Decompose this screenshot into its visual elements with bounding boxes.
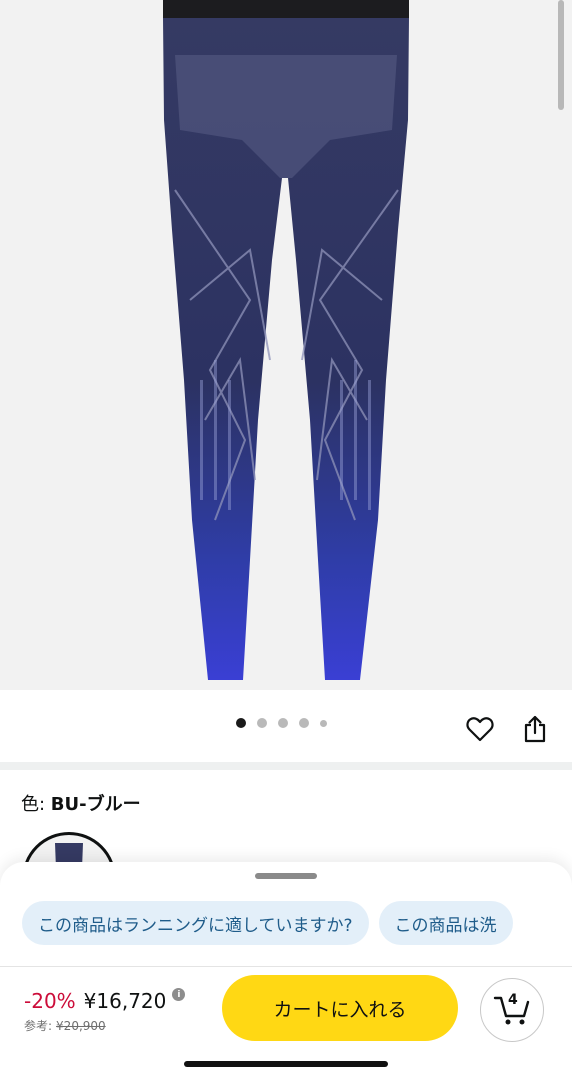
discount-percent: -20% — [24, 989, 76, 1013]
scroll-thumb[interactable] — [558, 0, 564, 110]
section-divider — [0, 762, 572, 770]
carousel-dot[interactable] — [320, 719, 327, 727]
sheet-drag-handle[interactable] — [255, 873, 317, 879]
cart-count-badge: 4 — [508, 992, 518, 1008]
reference-label: 参考: — [24, 1019, 53, 1033]
wishlist-button[interactable] — [465, 714, 495, 744]
sheet-divider — [0, 966, 572, 967]
cart-button[interactable]: 4 — [480, 978, 544, 1042]
price-block: -20% ¥16,720 i 参考: ¥20,900 — [24, 988, 186, 1034]
reference-price-row: 参考: ¥20,900 — [24, 1017, 185, 1034]
color-label: 色: — [21, 794, 51, 815]
color-value: BU-ブルー — [50, 794, 141, 815]
bottom-sheet: この商品はランニングに適していますか? この商品は洗 -20% ¥16,720 … — [0, 862, 572, 1080]
heart-icon — [466, 717, 494, 742]
share-button[interactable] — [520, 714, 550, 744]
add-to-cart-button[interactable]: カートに入れる — [222, 975, 458, 1041]
carousel-dots[interactable] — [236, 718, 327, 728]
carousel-dot[interactable] — [236, 718, 246, 728]
question-chips: この商品はランニングに適していますか? この商品は洗 — [22, 901, 513, 945]
leggings-image — [163, 0, 409, 680]
price-value: ¥16,720 — [83, 989, 167, 1013]
question-chip[interactable]: この商品はランニングに適していますか? — [22, 901, 369, 945]
product-image[interactable] — [0, 0, 572, 690]
info-icon[interactable]: i — [172, 988, 186, 1001]
carousel-row — [0, 690, 572, 762]
share-icon — [524, 715, 546, 743]
carousel-dot[interactable] — [299, 718, 309, 728]
home-indicator — [184, 1061, 388, 1067]
question-chip[interactable]: この商品は洗 — [378, 901, 513, 945]
carousel-dot[interactable] — [257, 718, 267, 728]
carousel-dot[interactable] — [278, 718, 288, 728]
reference-price: ¥20,900 — [56, 1019, 106, 1033]
color-selection-label: 色: BU-ブルー — [21, 790, 141, 816]
